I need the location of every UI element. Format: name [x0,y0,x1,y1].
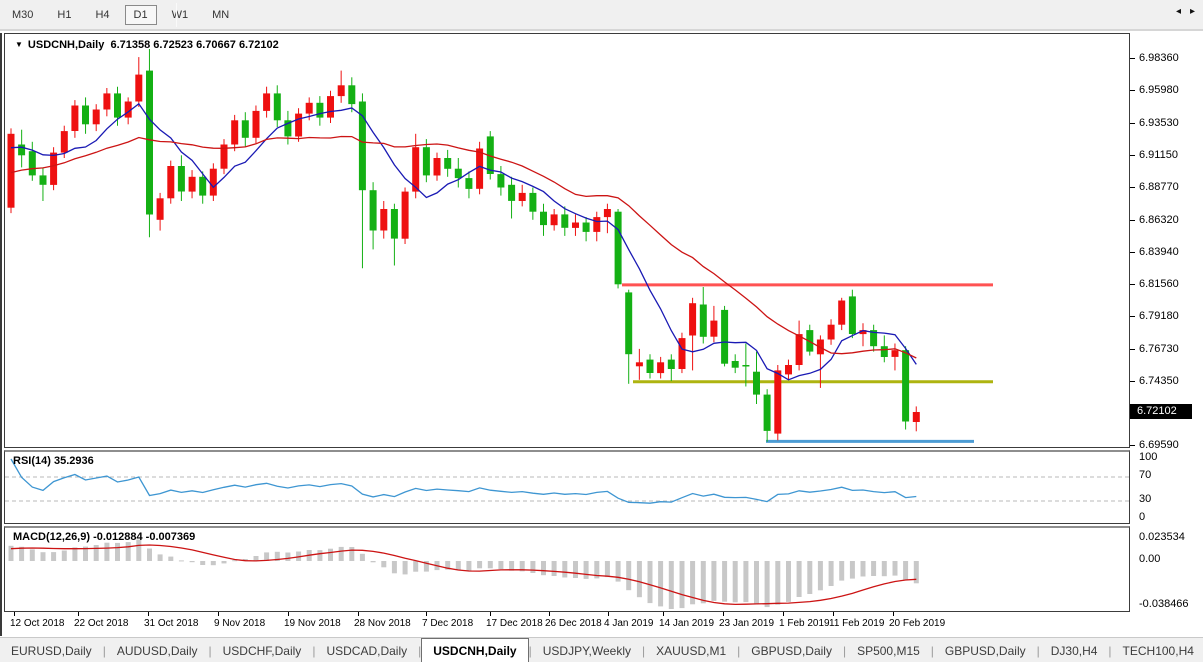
price-chart-panel[interactable]: ▼ USDCNH,Daily 6.71358 6.72523 6.70667 6.… [4,33,1130,448]
timeframe-button-m30[interactable]: M30 [3,5,42,25]
price-axis-label: 6.79180 [1139,309,1179,322]
price-axis-label: 6.69590 [1139,438,1179,451]
price-axis-tick [1130,348,1135,350]
macd-axis-label: -0.038466 [1139,598,1189,610]
price-axis-label: 6.86320 [1139,213,1179,226]
date-axis-label: 19 Nov 2018 [284,618,341,629]
timeframe-toolbar: M30 H1 H4 D1 W1 MN [0,0,1203,31]
date-axis-tick [783,612,784,616]
macd-indicator-panel[interactable]: MACD(12,26,9) -0.012884 -0.007369 [4,526,1130,612]
price-axis-tick [1130,315,1135,317]
date-axis-label: 12 Oct 2018 [10,618,65,629]
price-axis-tick [1130,57,1135,59]
price-axis-label: 6.93530 [1139,116,1179,129]
date-axis-label: 23 Jan 2019 [719,618,775,629]
price-axis-tick [1130,89,1135,91]
date-axis-label: 14 Jan 2019 [659,618,715,629]
price-axis-tick [1130,251,1135,253]
rsi-indicator-panel[interactable]: RSI(14) 35.2936 [4,450,1130,524]
price-axis[interactable]: 6.72102 6.98360 6.95980 6.93530 6.91150 6.88… [1130,33,1203,612]
timeframe-button-d1[interactable]: D1 [124,5,157,25]
rsi-axis-label: 0 [1139,511,1146,523]
price-axis-label: 6.83940 [1139,245,1179,258]
timeframe-button-h4[interactable]: H4 [86,5,118,25]
chart-tab-sp500-m15[interactable]: SP500,M15 [846,639,931,662]
chart-tab-usdjpy-weekly[interactable]: USDJPY,Weekly [532,639,642,662]
price-axis-label: 6.81560 [1139,277,1179,290]
chart-tab-bar: EURUSD,Daily | AUDUSD,Daily | USDCHF,Daily | U… [0,637,1203,662]
price-axis-tick [1130,444,1135,446]
trading-terminal-window: M30 H1 H4 D1 W1 MN ▼ USDCNH,Daily 6.71358 6.72… [0,0,1203,662]
price-axis-tick [1130,283,1135,285]
chart-tab-eurusd-daily[interactable]: EURUSD,Daily [0,639,103,662]
tab-scroll-right-icon[interactable]: ▸ [1190,6,1195,17]
timeframe-button-w1[interactable]: W1 [163,5,198,25]
date-axis-tick [549,612,550,616]
macd-label: MACD(12,26,9) -0.012884 -0.007369 [13,531,196,543]
chart-tab-usdcnh-daily[interactable]: USDCNH,Daily [421,638,529,662]
date-axis-tick [288,612,289,616]
date-axis-tick [663,612,664,616]
date-axis-label: 7 Dec 2018 [422,618,474,629]
rsi-axis-label: 100 [1139,451,1158,463]
date-axis-tick [608,612,609,616]
date-axis-label: 9 Nov 2018 [214,618,266,629]
rsi-axis-label: 30 [1139,493,1152,505]
price-axis-label: 6.98360 [1139,51,1179,64]
price-axis-tick [1130,219,1135,221]
rsi-plot [5,458,1129,504]
candlestick-plot[interactable] [5,34,1129,447]
price-axis-tick [1130,154,1135,156]
date-axis-label: 17 Dec 2018 [486,618,543,629]
date-axis-label: 28 Nov 2018 [354,618,411,629]
price-axis-label: 6.95980 [1139,83,1179,96]
date-axis-tick [426,612,427,616]
date-axis-tick [490,612,491,616]
date-axis-label: 4 Jan 2019 [604,618,654,629]
date-axis-label: 1 Feb 2019 [779,618,830,629]
chart-tab-usdcad-daily[interactable]: USDCAD,Daily [315,639,418,662]
chart-tab-audusd-daily[interactable]: AUDUSD,Daily [106,639,209,662]
date-axis-label: 22 Oct 2018 [74,618,129,629]
price-axis-label: 6.88770 [1139,180,1179,193]
price-axis-label: 6.76730 [1139,342,1179,355]
date-axis-tick [723,612,724,616]
chart-tab-dj30-h4[interactable]: DJ30,H4 [1040,639,1109,662]
date-axis-label: 11 Feb 2019 [829,618,885,629]
chart-tab-usdchf-daily[interactable]: USDCHF,Daily [212,639,313,662]
price-axis-tick [1130,380,1135,382]
date-axis-label: 26 Dec 2018 [545,618,602,629]
date-axis-tick [78,612,79,616]
current-price-badge: 6.72102 [1130,404,1192,420]
timeframe-button-mn[interactable]: MN [203,5,238,25]
date-axis-tick [14,612,15,616]
chart-area: ▼ USDCNH,Daily 6.71358 6.72523 6.70667 6.… [0,33,1203,636]
timeframe-button-h1[interactable]: H1 [48,5,80,25]
chart-tab-gbpusd-daily[interactable]: GBPUSD,Daily [934,639,1037,662]
rsi-axis-label: 70 [1139,469,1152,481]
price-axis-label: 6.74350 [1139,374,1179,387]
chart-tab-gbpusd-daily[interactable]: GBPUSD,Daily [740,639,843,662]
toolbar-separator [176,3,177,27]
tab-scroll-arrows: ◂ ▸ [1159,0,1203,24]
price-axis-tick [1130,122,1135,124]
price-axis-label: 6.91150 [1139,148,1178,161]
macd-axis-label: 0.023534 [1139,531,1185,543]
date-axis-tick [893,612,894,616]
price-axis-tick [1130,186,1135,188]
date-axis-label: 31 Oct 2018 [144,618,199,629]
date-axis-tick [833,612,834,616]
date-axis-tick [358,612,359,616]
date-axis-label: 20 Feb 2019 [889,618,946,629]
rsi-label: RSI(14) 35.2936 [13,455,94,467]
date-axis-tick [218,612,219,616]
tab-scroll-left-icon[interactable]: ◂ [1176,6,1181,17]
date-axis[interactable]: 12 Oct 2018 22 Oct 2018 31 Oct 2018 9 Nov 2… [4,612,1203,636]
chart-tab-tech100-h4[interactable]: TECH100,H4 [1112,639,1203,662]
macd-axis-label: 0.00 [1139,553,1161,565]
chart-tab-xauusd-m1[interactable]: XAUUSD,M1 [645,639,737,662]
date-axis-tick [148,612,149,616]
